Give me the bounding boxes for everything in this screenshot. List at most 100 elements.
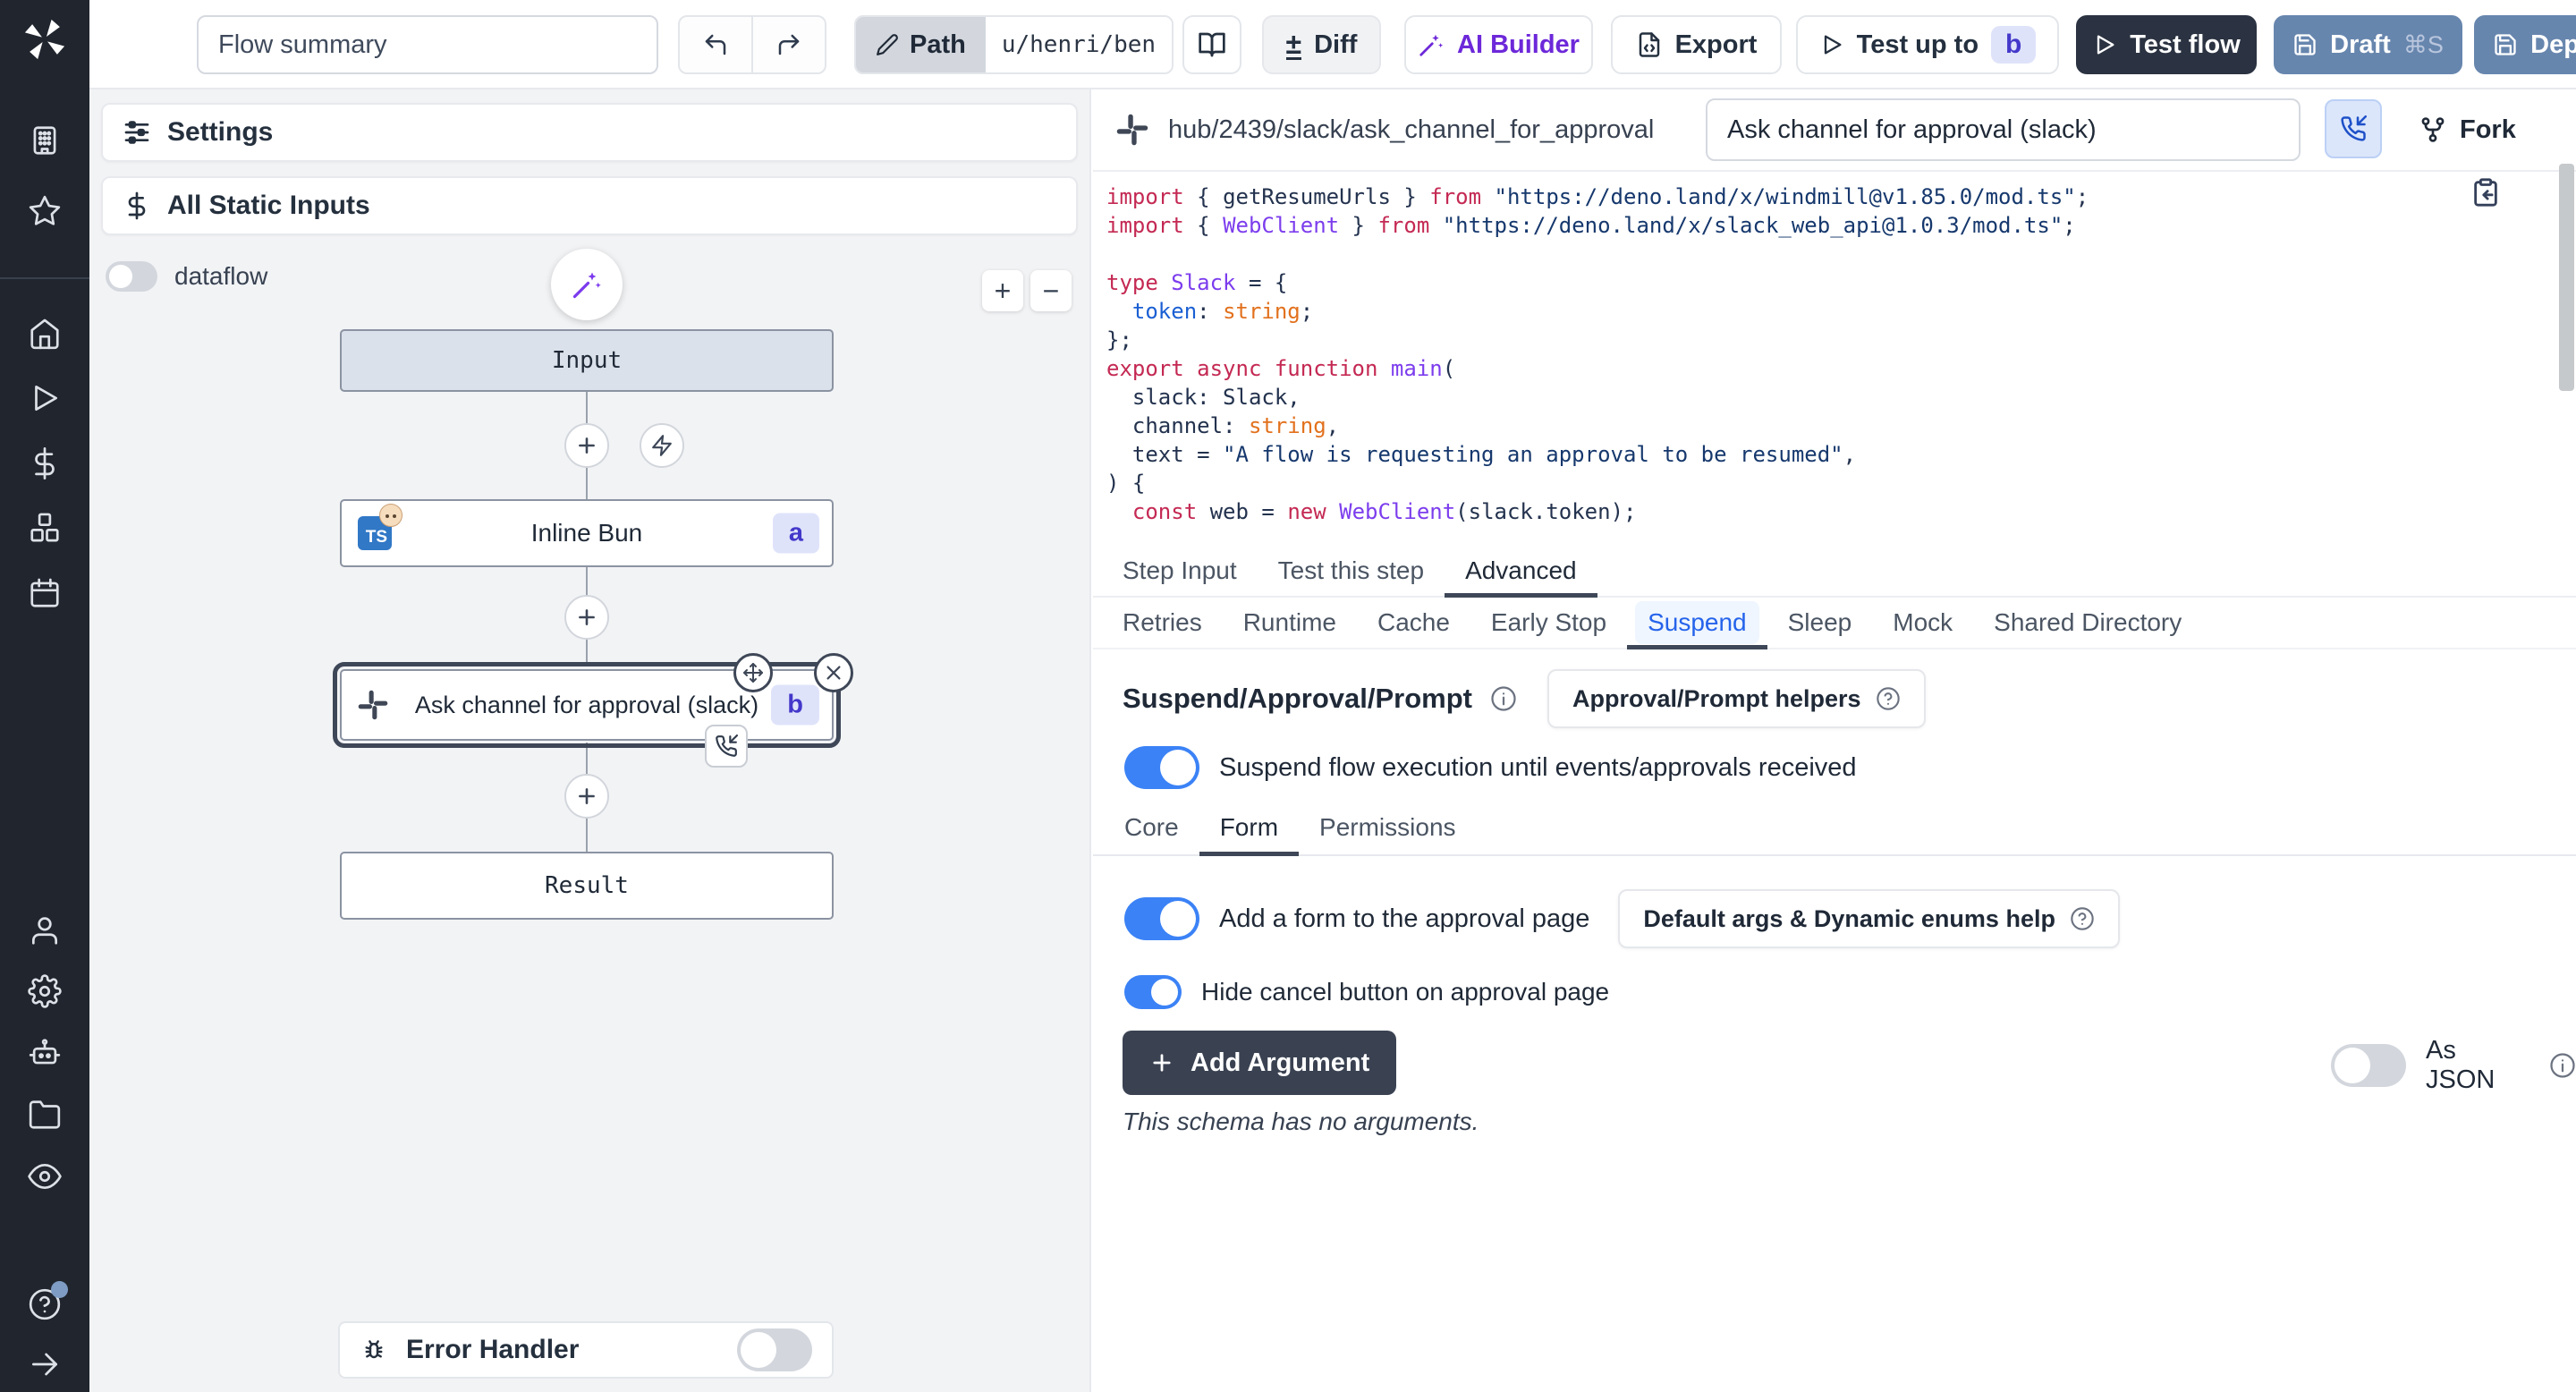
workspace-building-icon[interactable] xyxy=(28,123,62,157)
hide-cancel-toggle[interactable] xyxy=(1124,975,1182,1009)
users-icon[interactable] xyxy=(28,913,62,947)
schedules-calendar-icon[interactable] xyxy=(28,576,62,610)
add-argument-button[interactable]: Add Argument xyxy=(1123,1031,1396,1095)
sidebar-divider xyxy=(0,277,89,279)
docs-book-button[interactable] xyxy=(1182,15,1241,74)
favorites-star-icon[interactable] xyxy=(28,194,62,228)
node-result-label: Result xyxy=(342,872,832,899)
error-handler-label: Error Handler xyxy=(406,1335,579,1365)
copy-code-clipboard-icon[interactable] xyxy=(2470,177,2501,212)
page-scrollbar-thumb[interactable] xyxy=(2559,164,2574,391)
as-json-label: As JSON xyxy=(2426,1036,2529,1095)
add-step-button-1[interactable] xyxy=(564,423,609,468)
draft-shortcut: ⌘S xyxy=(2403,31,2444,59)
subtab-runtime[interactable]: Runtime xyxy=(1223,598,1357,648)
dollar-icon xyxy=(123,191,151,220)
resources-cubes-icon[interactable] xyxy=(28,511,62,545)
diff-icon: ± xyxy=(1286,30,1302,60)
suspend-flow-toggle[interactable] xyxy=(1124,746,1199,789)
runs-play-icon[interactable] xyxy=(28,381,62,415)
subtab-early-stop[interactable]: Early Stop xyxy=(1470,598,1627,648)
help-icon[interactable] xyxy=(28,1287,62,1321)
slack-icon xyxy=(358,690,388,720)
suspend-section-title: Suspend/Approval/Prompt xyxy=(1123,683,1472,715)
subtab-cache[interactable]: Cache xyxy=(1357,598,1470,648)
subtab-sleep[interactable]: Sleep xyxy=(1767,598,1873,648)
node-approval-label: Ask channel for approval (slack) xyxy=(342,692,832,719)
subtab-suspend[interactable]: Suspend xyxy=(1627,598,1767,648)
flow-graph-panel: Settings All Static Inputs dataflow + − xyxy=(89,89,1091,1392)
redo-button[interactable] xyxy=(753,17,825,72)
dataflow-toggle[interactable] xyxy=(106,261,157,292)
flow-settings-button[interactable]: Settings xyxy=(101,103,1078,162)
node-inline-bun[interactable]: TS Inline Bun a xyxy=(340,499,834,567)
slack-hub-icon xyxy=(1116,114,1148,146)
step-name-input[interactable] xyxy=(1706,98,2301,161)
subtab-mock[interactable]: Mock xyxy=(1872,598,1973,648)
tab-form[interactable]: Form xyxy=(1199,801,1299,854)
tab-test-this-step[interactable]: Test this step xyxy=(1258,546,1445,596)
fork-label: Fork xyxy=(2460,115,2516,145)
info-icon[interactable] xyxy=(2549,1052,2576,1079)
expand-sidebar-arrow-icon[interactable] xyxy=(28,1347,62,1381)
zoom-in-button[interactable]: + xyxy=(982,270,1023,311)
move-node-handle[interactable] xyxy=(733,653,773,692)
info-icon[interactable] xyxy=(1490,685,1517,712)
path-label: Path xyxy=(910,30,966,60)
subtab-retries[interactable]: Retries xyxy=(1102,598,1223,648)
diff-button[interactable]: ± Diff xyxy=(1262,15,1381,74)
test-flow-button[interactable]: Test flow xyxy=(2076,15,2257,74)
tab-core[interactable]: Core xyxy=(1104,801,1199,854)
all-static-inputs-button[interactable]: All Static Inputs xyxy=(101,176,1078,235)
undo-button[interactable] xyxy=(680,17,753,72)
delete-node-button[interactable] xyxy=(814,653,853,692)
windmill-logo-icon[interactable] xyxy=(21,16,68,67)
node-result[interactable]: Result xyxy=(340,852,834,920)
node-input[interactable]: Input xyxy=(340,329,834,392)
zoom-out-button[interactable]: − xyxy=(1030,270,1072,311)
ai-builder-button[interactable]: AI Builder xyxy=(1404,15,1593,74)
add-step-button-2[interactable] xyxy=(564,595,609,640)
step-detail-panel: hub/2439/slack/ask_channel_for_approval … xyxy=(1093,89,2576,1392)
fork-button[interactable]: Fork xyxy=(2419,89,2516,170)
bun-icon xyxy=(379,504,402,527)
workers-robot-icon[interactable] xyxy=(28,1036,62,1070)
tab-permissions[interactable]: Permissions xyxy=(1299,801,1476,854)
error-handler-toggle[interactable] xyxy=(737,1328,812,1371)
variables-dollar-icon[interactable] xyxy=(28,446,62,480)
sliders-icon xyxy=(123,118,151,147)
suspend-indicator-phone-button[interactable] xyxy=(2325,99,2382,158)
pencil-icon xyxy=(876,33,899,56)
add-step-button-3[interactable] xyxy=(564,774,609,819)
default-args-help-button[interactable]: Default args & Dynamic enums help xyxy=(1618,889,2120,948)
ai-flow-wand-button[interactable] xyxy=(551,249,623,320)
test-up-to-button[interactable]: Test up to b xyxy=(1796,15,2059,74)
suspend-flow-toggle-label: Suspend flow execution until events/appr… xyxy=(1219,753,1857,783)
draft-label: Draft xyxy=(2330,30,2391,60)
draft-button[interactable]: Draft ⌘S xyxy=(2274,15,2462,74)
tab-step-input[interactable]: Step Input xyxy=(1102,546,1258,596)
code-editor[interactable]: import { getResumeUrls } from "https://d… xyxy=(1106,182,2504,526)
diff-label: Diff xyxy=(1314,30,1357,60)
approval-prompt-helpers-button[interactable]: Approval/Prompt helpers xyxy=(1547,669,1926,728)
home-icon[interactable] xyxy=(28,317,62,351)
tab-advanced[interactable]: Advanced xyxy=(1445,546,1597,596)
add-form-toggle[interactable] xyxy=(1124,897,1199,940)
as-json-toggle[interactable] xyxy=(2331,1044,2406,1087)
audit-eye-icon[interactable] xyxy=(28,1159,62,1193)
notification-dot xyxy=(51,1281,68,1298)
left-sidebar xyxy=(0,0,89,1392)
subtab-shared-directory[interactable]: Shared Directory xyxy=(1973,598,2202,648)
export-button[interactable]: Export xyxy=(1611,15,1782,74)
deploy-button[interactable]: Deploy xyxy=(2474,15,2576,74)
add-trigger-bolt-button[interactable] xyxy=(640,423,684,468)
empty-schema-note: This schema has no arguments. xyxy=(1123,1108,1479,1136)
hub-script-path: hub/2439/slack/ask_channel_for_approval xyxy=(1168,115,1654,145)
settings-gear-icon[interactable] xyxy=(28,974,62,1008)
path-button[interactable]: Path u/henri/ben xyxy=(854,15,1174,74)
node-inline-bun-badge: a xyxy=(773,514,819,554)
folders-icon[interactable] xyxy=(28,1098,62,1132)
question-circle-icon xyxy=(1876,686,1901,711)
top-toolbar: Path u/henri/ben ± Diff AI Builder xyxy=(89,0,2576,89)
flow-summary-input[interactable] xyxy=(197,15,658,74)
